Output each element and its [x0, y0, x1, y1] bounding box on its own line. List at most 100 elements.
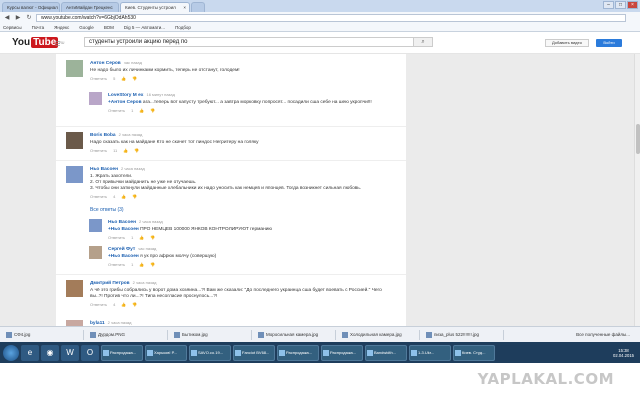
new-tab-button[interactable]: [191, 2, 205, 12]
like-icon[interactable]: 👍: [121, 302, 126, 307]
tab-antimaidan[interactable]: АнтиМайдан Грецкенс×: [61, 2, 119, 12]
download-item[interactable]: Холодильная камера.jpg: [340, 329, 420, 340]
reply-button[interactable]: Ответить: [108, 235, 125, 240]
reload-icon[interactable]: ↻: [25, 14, 33, 22]
guide-menu-icon[interactable]: ☰: [55, 41, 60, 48]
bookmark-item[interactable]: Dig 5 — Автомати...: [124, 25, 165, 30]
comment-time[interactable]: час назад: [138, 246, 156, 251]
dislike-icon[interactable]: 👎: [132, 194, 137, 199]
comment-time[interactable]: 2 часа назад: [139, 219, 163, 224]
download-item[interactable]: пиза_plus 522!!!!!!!.jpg: [424, 329, 504, 340]
download-item[interactable]: Дурдом.PNG: [88, 329, 168, 340]
like-icon[interactable]: 👍: [123, 148, 128, 153]
comment-time[interactable]: 2 часа назад: [133, 280, 157, 285]
like-icon[interactable]: 👍: [121, 76, 126, 81]
comment-author[interactable]: LoveStory M ex: [108, 93, 143, 98]
tab-kursy[interactable]: Курсы валют - Официал×: [2, 2, 60, 12]
taskbar-task[interactable]: 1-3.Ukr...: [409, 344, 451, 361]
comment-time[interactable]: 2 часа назад: [119, 132, 143, 137]
taskbar-task[interactable]: Харьков! Р...: [145, 344, 187, 361]
reply-button[interactable]: Ответить: [90, 302, 107, 307]
comment-time[interactable]: 16 минут назад: [146, 92, 174, 97]
reply-button[interactable]: Ответить: [108, 108, 125, 113]
comment-time[interactable]: 2 часа назад: [121, 166, 145, 171]
bookmark-item[interactable]: Яндекс: [54, 25, 69, 30]
reply-button[interactable]: Ответить: [108, 262, 125, 267]
word-icon[interactable]: W: [61, 344, 79, 361]
taskbar-task[interactable]: SAVO.co.19...: [189, 344, 231, 361]
avatar[interactable]: [89, 219, 102, 232]
comment-author[interactable]: Антон Серов: [90, 61, 121, 66]
start-button[interactable]: [3, 344, 19, 361]
comment-mention[interactable]: +Ньо Васоен: [108, 227, 139, 232]
tab-label: Курсы валют - Официал: [7, 5, 58, 10]
login-button[interactable]: Войти: [596, 39, 622, 47]
download-item[interactable]: Моросильная камера.jpg: [256, 329, 336, 340]
upload-button[interactable]: Добавить видео: [545, 39, 589, 47]
download-item[interactable]: СФ4.jpg: [4, 329, 84, 340]
avatar[interactable]: [66, 166, 83, 183]
bookmark-item[interactable]: Почта: [32, 25, 45, 30]
like-icon[interactable]: 👍: [139, 108, 144, 113]
avatar[interactable]: [89, 92, 102, 105]
comment-mention[interactable]: +Ньо Васоен: [108, 254, 139, 259]
forward-icon[interactable]: ▶: [14, 14, 22, 22]
download-item[interactable]: Бытиком.jpg: [172, 329, 252, 340]
dislike-icon[interactable]: 👎: [150, 235, 155, 240]
comment-author[interactable]: Сергей Фут: [108, 247, 135, 252]
comment-time[interactable]: час назад: [124, 60, 142, 65]
comment-author[interactable]: Ньо Васоен: [108, 220, 136, 225]
dislike-icon[interactable]: 👎: [150, 108, 155, 113]
reply-button[interactable]: Ответить: [90, 76, 107, 81]
show-all-downloads-link[interactable]: Все полученные файлы...: [576, 332, 630, 337]
like-icon[interactable]: 👍: [139, 262, 144, 267]
opera-icon[interactable]: O: [81, 344, 99, 361]
ie-icon[interactable]: e: [21, 344, 39, 361]
taskbar-task[interactable]: Распродажа...: [321, 344, 363, 361]
reply-button[interactable]: Ответить: [90, 194, 107, 199]
chrome-icon[interactable]: ◉: [41, 344, 59, 361]
bookmark-item[interactable]: Подбор: [175, 25, 191, 30]
back-icon[interactable]: ◀: [3, 14, 11, 22]
avatar[interactable]: [66, 60, 83, 77]
comment-actions: Ответить 1 👍 👎: [108, 235, 388, 240]
tab-strip: Курсы валют - Официал× АнтиМайдан Грецке…: [0, 0, 640, 12]
dislike-icon[interactable]: 👎: [150, 262, 155, 267]
taskbar-task[interactable]: Киев. Студ...: [453, 344, 495, 361]
bookmark-item[interactable]: Сервисы: [3, 25, 22, 30]
taskbar-task[interactable]: Bandwidth...: [365, 344, 407, 361]
system-clock[interactable]: 15:38 02.04.2015: [613, 348, 634, 358]
maximize-icon[interactable]: □: [615, 1, 626, 9]
scrollbar-thumb[interactable]: [636, 124, 640, 154]
comment-author[interactable]: Ньо Васоен: [90, 167, 118, 172]
comment-author[interactable]: Boris Boba: [90, 133, 116, 138]
bookmark-item[interactable]: ВОМ: [104, 25, 114, 30]
taskbar-task[interactable]: Распродажа...: [277, 344, 319, 361]
comment-actions: Ответить 11 👍 👎: [90, 148, 390, 153]
like-icon[interactable]: 👍: [139, 235, 144, 240]
show-replies-toggle[interactable]: Все ответы (3): [90, 207, 124, 213]
like-icon[interactable]: 👍: [121, 194, 126, 199]
url-input[interactable]: www.youtube.com/watch?v=6GbjOdAh530: [36, 13, 626, 22]
dislike-icon[interactable]: 👎: [134, 148, 139, 153]
dislike-icon[interactable]: 👎: [132, 76, 137, 81]
reply-button[interactable]: Ответить: [90, 148, 107, 153]
taskbar-task[interactable]: Fanciot BV68...: [233, 344, 275, 361]
bookmark-item[interactable]: Google: [79, 25, 94, 30]
avatar[interactable]: [66, 280, 83, 297]
dislike-icon[interactable]: 👎: [132, 302, 137, 307]
window-close-icon[interactable]: ×: [627, 1, 638, 9]
comment-mention[interactable]: +Антон Серов: [108, 100, 142, 105]
page-scrollbar[interactable]: [634, 54, 640, 326]
search-input[interactable]: студенты устроили акцию перед по: [84, 37, 414, 47]
search-button[interactable]: ⌕: [413, 37, 433, 47]
minimize-icon[interactable]: –: [603, 1, 614, 9]
avatar[interactable]: [66, 132, 83, 149]
taskbar-task[interactable]: Распродажа...: [101, 344, 143, 361]
avatar[interactable]: [89, 246, 102, 259]
tab-youtube[interactable]: Киев. Студенты устроил ×: [120, 2, 190, 12]
comment-author[interactable]: Дмитрий Петров: [90, 281, 130, 286]
close-icon[interactable]: ×: [183, 3, 186, 12]
comment-reply: Ньо Васоен 2 часа назад +Ньо Васоен ПРО Н…: [56, 217, 406, 243]
comment-time[interactable]: 2 часа назад: [108, 320, 132, 325]
